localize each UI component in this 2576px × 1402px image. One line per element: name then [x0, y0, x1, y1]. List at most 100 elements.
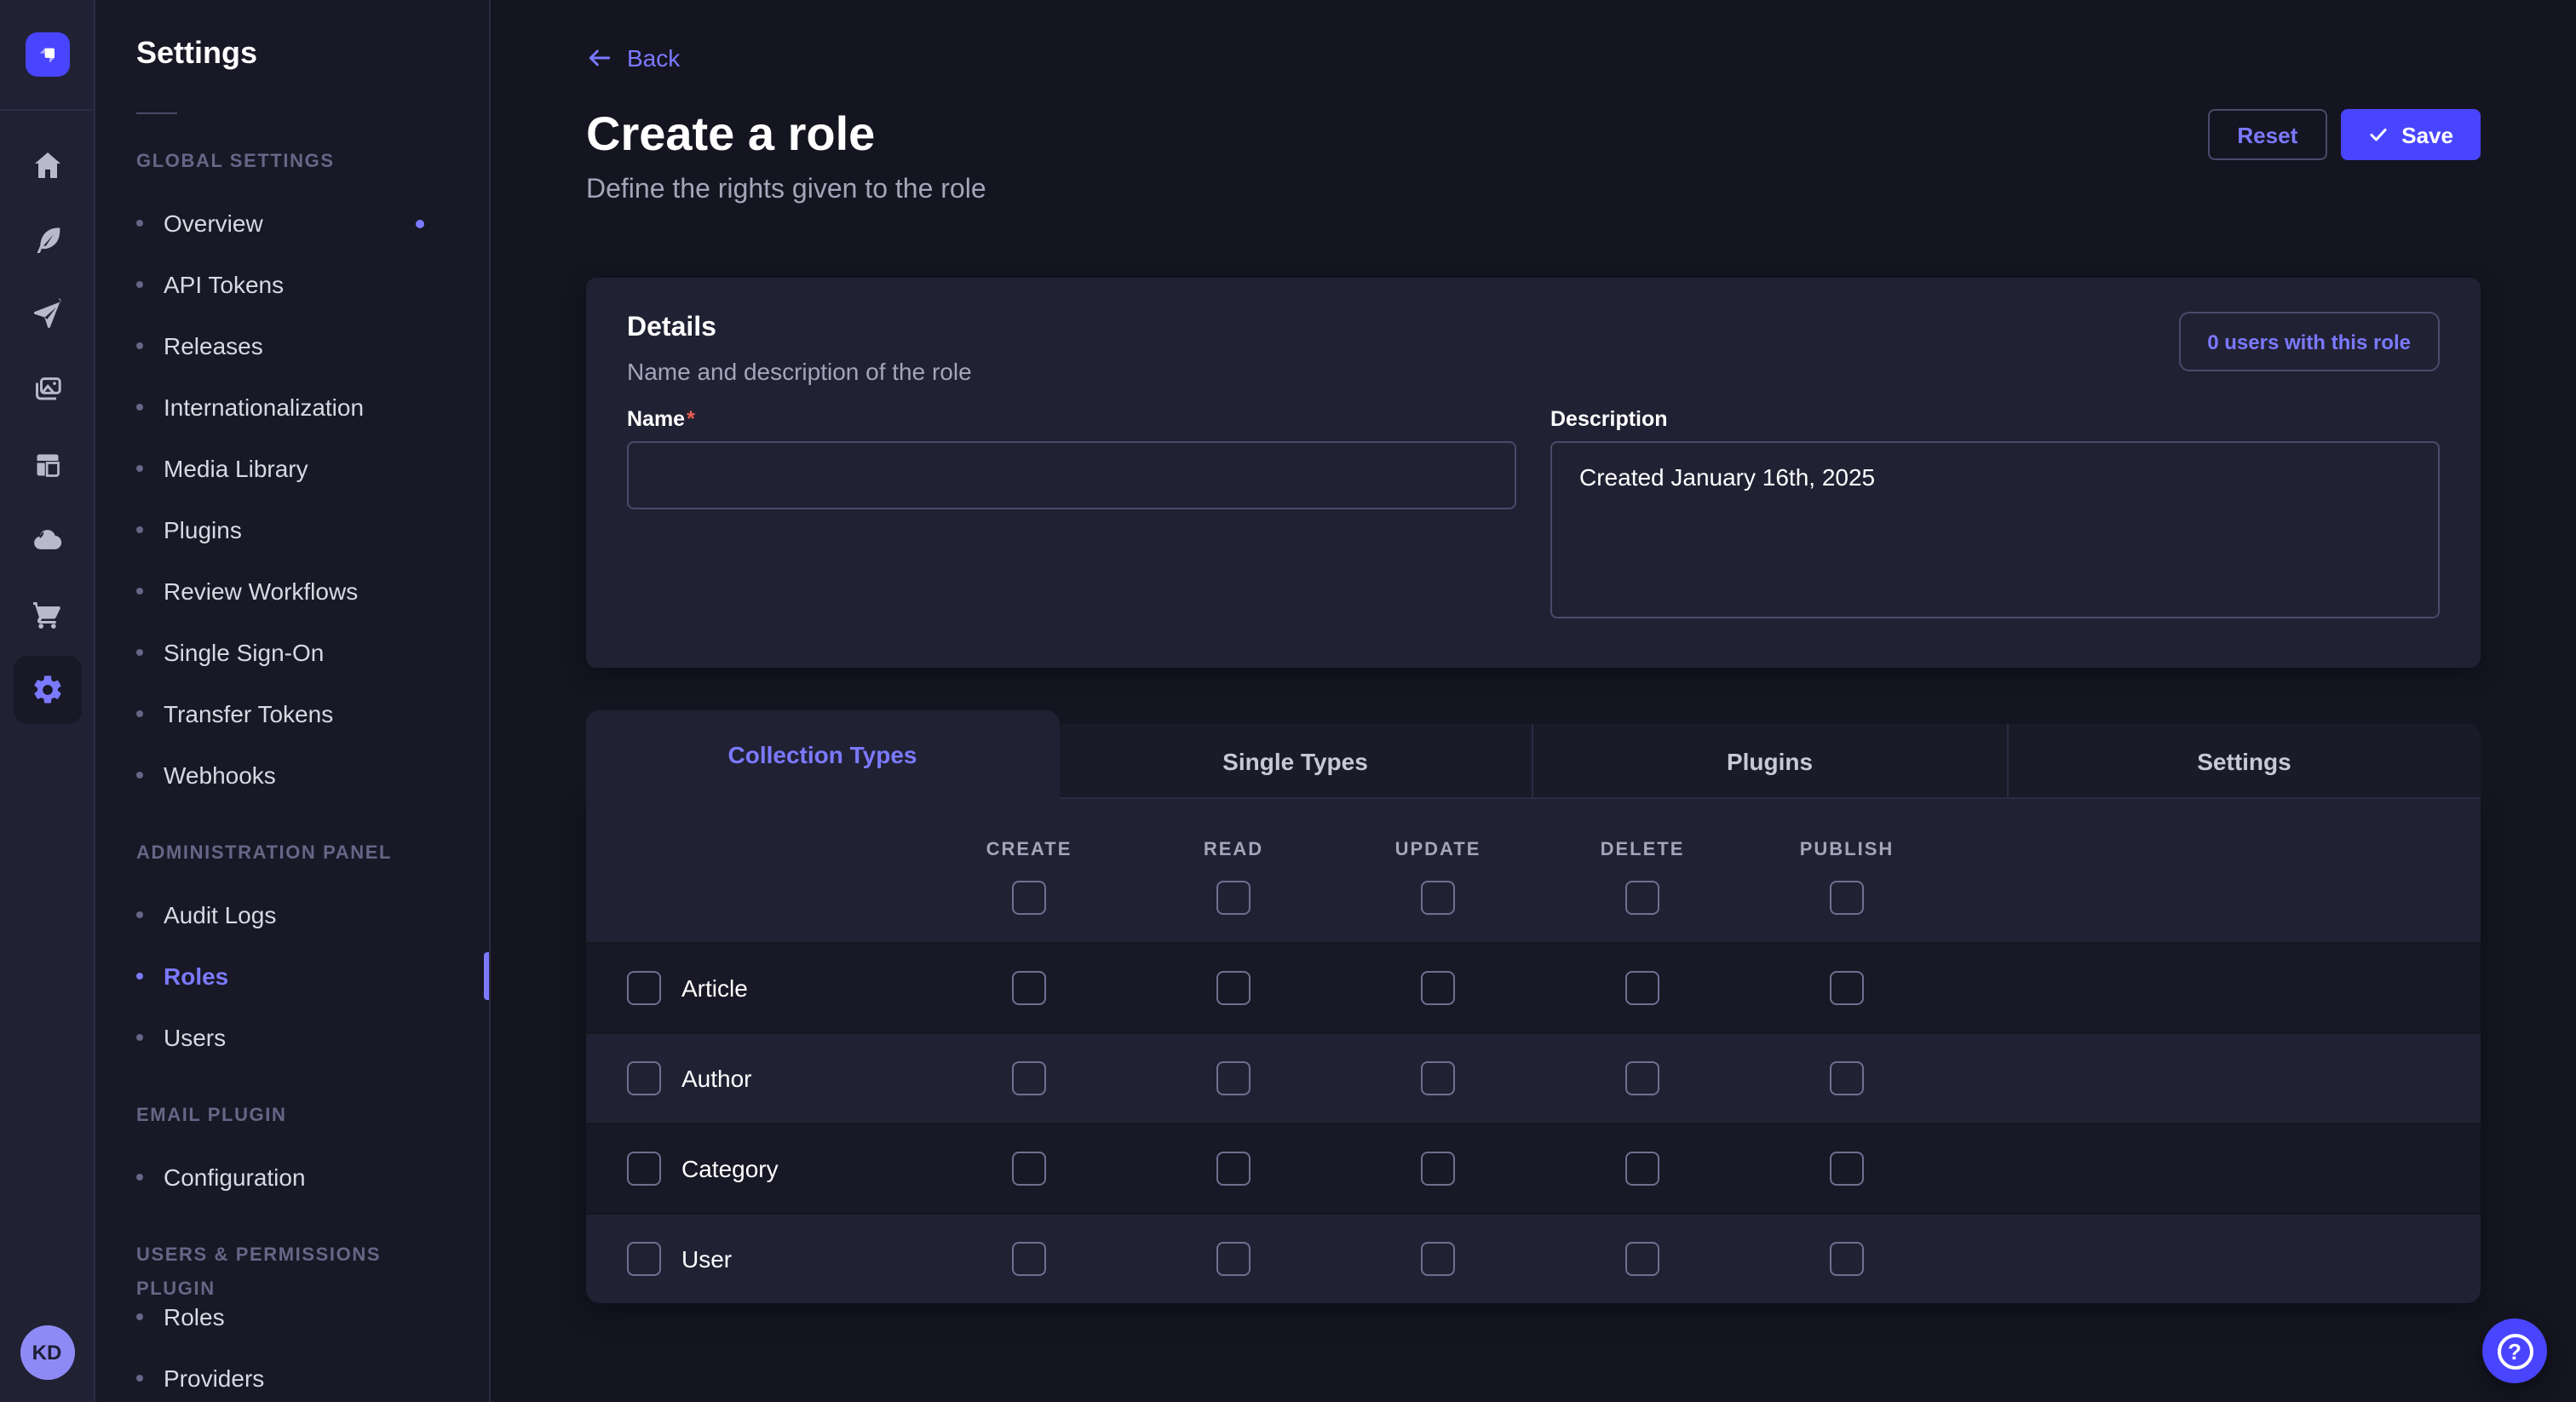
help-button[interactable]: ? — [2482, 1319, 2547, 1383]
section-header: USERS & PERMISSIONS PLUGIN — [95, 1238, 489, 1273]
bullet-icon — [136, 588, 143, 595]
section-users-permissions-plugin: USERS & PERMISSIONS PLUGIN Roles Provide… — [95, 1238, 489, 1402]
bullet-icon — [136, 1313, 143, 1320]
bullet-icon — [136, 1375, 143, 1382]
save-button[interactable]: Save — [2340, 109, 2481, 160]
description-textarea[interactable]: Created January 16th, 2025 — [1550, 441, 2440, 618]
bullet-icon — [136, 526, 143, 533]
category-publish-checkbox[interactable] — [1830, 1152, 1864, 1186]
cloud-icon[interactable] — [13, 506, 81, 574]
bullet-icon — [136, 772, 143, 779]
category-create-checkbox[interactable] — [1012, 1152, 1046, 1186]
description-label: Description — [1550, 407, 2440, 431]
article-delete-checkbox[interactable] — [1625, 971, 1659, 1005]
user-delete-checkbox[interactable] — [1625, 1242, 1659, 1276]
settings-sidebar: Settings GLOBAL SETTINGS Overview API To… — [95, 0, 491, 1402]
notification-dot — [416, 219, 424, 227]
bullet-icon — [136, 1034, 143, 1041]
page-header: Create a role Reset Save — [586, 104, 2481, 165]
layout-icon[interactable] — [13, 431, 81, 499]
question-mark-icon: ? — [2497, 1333, 2533, 1369]
page-subtitle: Define the rights given to the role — [586, 172, 2481, 210]
user-avatar[interactable]: KD — [20, 1325, 74, 1380]
article-update-checkbox[interactable] — [1421, 971, 1455, 1005]
sidebar-item-configuration[interactable]: Configuration — [95, 1146, 489, 1208]
bullet-icon — [136, 649, 143, 656]
settings-gear-icon[interactable] — [13, 656, 81, 724]
select-all-publish-checkbox[interactable] — [1830, 881, 1864, 915]
bullet-icon — [136, 973, 143, 980]
sidebar-item-media-library[interactable]: Media Library — [95, 438, 489, 499]
sidebar-item-audit-logs[interactable]: Audit Logs — [95, 884, 489, 945]
author-read-checkbox[interactable] — [1216, 1061, 1251, 1095]
sidebar-item-api-tokens[interactable]: API Tokens — [95, 254, 489, 315]
strapi-logo-icon[interactable] — [25, 32, 69, 77]
sidebar-item-review-workflows[interactable]: Review Workflows — [95, 560, 489, 622]
article-publish-checkbox[interactable] — [1830, 971, 1864, 1005]
bullet-icon — [136, 1174, 143, 1181]
required-asterisk: * — [687, 407, 695, 431]
bullet-icon — [136, 342, 143, 349]
user-create-checkbox[interactable] — [1012, 1242, 1046, 1276]
category-read-checkbox[interactable] — [1216, 1152, 1251, 1186]
permissions-header-row: CREATE READ UPDATE DELETE — [586, 799, 2481, 942]
title-divider — [136, 112, 177, 114]
header-actions: Reset Save — [2208, 109, 2481, 160]
select-all-create-checkbox[interactable] — [1012, 881, 1046, 915]
users-with-role-button[interactable]: 0 users with this role — [2178, 312, 2440, 371]
author-create-checkbox[interactable] — [1012, 1061, 1046, 1095]
user-publish-checkbox[interactable] — [1830, 1242, 1864, 1276]
author-row-checkbox[interactable] — [627, 1061, 661, 1095]
sidebar-item-releases[interactable]: Releases — [95, 315, 489, 376]
category-row-checkbox[interactable] — [627, 1152, 661, 1186]
tab-collection-types[interactable]: Collection Types — [586, 710, 1059, 799]
article-read-checkbox[interactable] — [1216, 971, 1251, 1005]
permission-row-user: User — [586, 1213, 2481, 1303]
feather-icon[interactable] — [13, 206, 81, 274]
tab-settings[interactable]: Settings — [2006, 724, 2481, 799]
sidebar-item-roles-admin[interactable]: Roles — [95, 945, 489, 1007]
article-row-checkbox[interactable] — [627, 971, 661, 1005]
column-header-read: READ — [1204, 840, 1263, 860]
category-delete-checkbox[interactable] — [1625, 1152, 1659, 1186]
tab-plugins[interactable]: Plugins — [1532, 724, 2006, 799]
column-header-update: UPDATE — [1395, 840, 1481, 860]
marketplace-cart-icon[interactable] — [13, 581, 81, 649]
sidebar-item-providers[interactable]: Providers — [95, 1347, 489, 1402]
select-all-update-checkbox[interactable] — [1421, 881, 1455, 915]
paper-plane-icon[interactable] — [13, 281, 81, 349]
permissions-section: Collection Types Single Types Plugins Se… — [586, 710, 2481, 1303]
reset-button[interactable]: Reset — [2208, 109, 2326, 160]
user-update-checkbox[interactable] — [1421, 1242, 1455, 1276]
sidebar-item-transfer-tokens[interactable]: Transfer Tokens — [95, 683, 489, 744]
select-all-delete-checkbox[interactable] — [1625, 881, 1659, 915]
home-icon[interactable] — [13, 131, 81, 199]
sidebar-item-overview[interactable]: Overview — [95, 192, 489, 254]
main-content: Back Create a role Reset Save Define the… — [491, 0, 2576, 1402]
author-delete-checkbox[interactable] — [1625, 1061, 1659, 1095]
category-update-checkbox[interactable] — [1421, 1152, 1455, 1186]
user-row-checkbox[interactable] — [627, 1242, 661, 1276]
article-create-checkbox[interactable] — [1012, 971, 1046, 1005]
tab-single-types[interactable]: Single Types — [1059, 724, 1532, 799]
sidebar-item-internationalization[interactable]: Internationalization — [95, 376, 489, 438]
details-card: Details Name and description of the role… — [586, 278, 2481, 668]
sidebar-item-single-sign-on[interactable]: Single Sign-On — [95, 622, 489, 683]
name-label: Name* — [627, 407, 1516, 431]
author-update-checkbox[interactable] — [1421, 1061, 1455, 1095]
media-library-icon[interactable] — [13, 356, 81, 424]
author-publish-checkbox[interactable] — [1830, 1061, 1864, 1095]
logo-container — [0, 0, 94, 111]
bullet-icon — [136, 465, 143, 472]
back-link[interactable]: Back — [586, 44, 680, 72]
sidebar-item-roles-up[interactable]: Roles — [95, 1286, 489, 1347]
select-all-read-checkbox[interactable] — [1216, 881, 1251, 915]
sidebar-item-webhooks[interactable]: Webhooks — [95, 744, 489, 806]
description-field-group: Description Created January 16th, 2025 — [1550, 407, 2440, 627]
name-input[interactable] — [627, 441, 1516, 509]
sidebar-item-plugins[interactable]: Plugins — [95, 499, 489, 560]
user-read-checkbox[interactable] — [1216, 1242, 1251, 1276]
section-administration-panel: ADMINISTRATION PANEL Audit Logs Roles Us… — [95, 836, 489, 1068]
sidebar-item-users[interactable]: Users — [95, 1007, 489, 1068]
permission-row-author: Author — [586, 1032, 2481, 1123]
